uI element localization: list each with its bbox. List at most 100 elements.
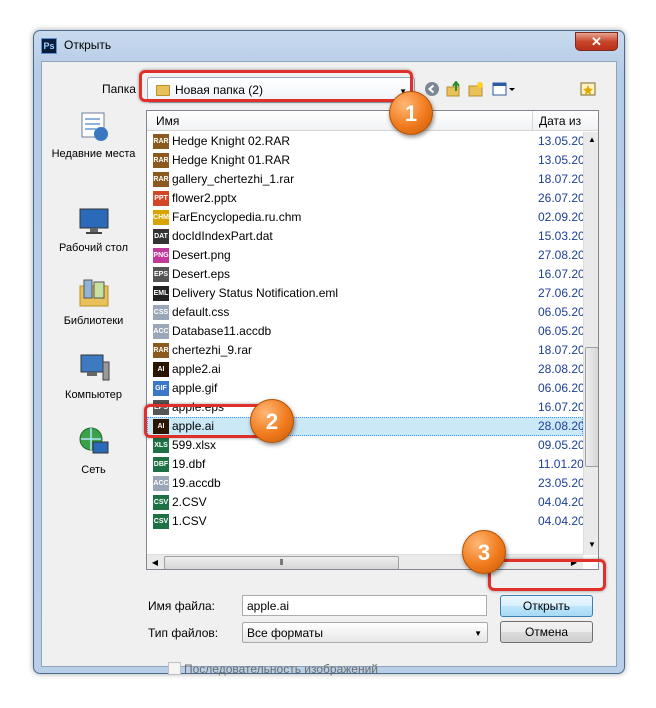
cancel-button[interactable]: Отмена: [500, 621, 593, 643]
file-name: 19.accdb: [172, 476, 221, 490]
window-title: Открыть: [64, 38, 112, 52]
file-name-input[interactable]: apple.ai: [242, 595, 487, 616]
place-libraries[interactable]: Библиотеки: [47, 276, 140, 329]
chm-file-icon: CHM: [153, 210, 169, 225]
place-label: Библиотеки: [63, 315, 124, 327]
file-row[interactable]: CSV 2.CSV 04.04.20: [147, 493, 585, 512]
column-name-header[interactable]: Имя: [156, 114, 179, 128]
png-file-icon: PNG: [153, 248, 169, 263]
file-name: docIdIndexPart.dat: [172, 229, 273, 243]
file-row[interactable]: DAT docIdIndexPart.dat 15.03.20: [147, 227, 585, 246]
file-type-label: Тип файлов:: [148, 626, 219, 640]
scroll-down-icon[interactable]: ▼: [584, 537, 598, 553]
file-row[interactable]: PPT flower2.pptx 26.07.20: [147, 189, 585, 208]
file-name: apple2.ai: [172, 362, 221, 376]
file-date: 18.07.20: [538, 343, 585, 357]
callout-2-badge: 2: [250, 399, 294, 443]
file-row[interactable]: RAR gallery_chertezhi_1.rar 18.07.20: [147, 170, 585, 189]
file-date: 16.07.20: [538, 400, 585, 414]
file-date: 02.09.20: [538, 210, 585, 224]
rar-file-icon: RAR: [153, 134, 169, 149]
file-name: 2.CSV: [172, 495, 207, 509]
column-date-header[interactable]: Дата из: [532, 111, 592, 131]
file-date: 27.06.20: [538, 286, 585, 300]
file-name-label: Имя файла:: [148, 599, 215, 613]
file-date: 09.05.20: [538, 438, 585, 452]
desktop-icon: [77, 203, 111, 237]
vertical-scrollbar[interactable]: ▲ ▼: [583, 132, 598, 555]
file-date: 06.06.20: [538, 381, 585, 395]
file-date: 04.04.20: [538, 495, 585, 509]
recent-star-folder-icon[interactable]: [580, 81, 596, 97]
file-row[interactable]: ACC Database11.accdb 06.05.20: [147, 322, 585, 341]
callout-1-badge: 1: [389, 91, 433, 135]
file-date: 26.07.20: [538, 191, 585, 205]
chevron-down-icon: ▼: [474, 629, 482, 638]
new-folder-icon[interactable]: [468, 81, 484, 97]
close-button[interactable]: ✕: [575, 32, 618, 51]
file-type-value: Все форматы: [247, 626, 324, 640]
file-type-select[interactable]: Все форматы ▼: [242, 622, 488, 643]
file-row[interactable]: RAR chertezhi_9.rar 18.07.20: [147, 341, 585, 360]
title-bar: Ps Открыть ✕: [34, 31, 624, 59]
look-in-label: Папка: [102, 82, 136, 96]
file-row[interactable]: GIF apple.gif 06.06.20: [147, 379, 585, 398]
accdb-file-icon: ACC: [153, 476, 169, 491]
file-name: Delivery Status Notification.eml: [172, 286, 339, 300]
file-name: default.css: [172, 305, 230, 319]
file-row[interactable]: AI apple2.ai 28.08.20: [147, 360, 585, 379]
file-name: Desert.eps: [172, 267, 231, 281]
place-desktop[interactable]: Рабочий стол: [47, 203, 140, 256]
file-row[interactable]: CSV 1.CSV 04.04.20: [147, 512, 585, 531]
network-icon: [77, 425, 111, 459]
place-label: Сеть: [81, 464, 106, 476]
file-name: Desert.png: [172, 248, 231, 262]
file-list[interactable]: Имя Дата из RAR Hedge Knight 02.RAR 13.05.…: [146, 110, 599, 570]
file-date: 15.03.20: [538, 229, 585, 243]
file-name: Database11.accdb: [172, 324, 272, 338]
rar-file-icon: RAR: [153, 172, 169, 187]
pptx-file-icon: PPT: [153, 191, 169, 206]
file-date: 18.07.20: [538, 172, 585, 186]
scroll-left-icon[interactable]: ◀: [147, 555, 163, 569]
file-date: 16.07.20: [538, 267, 585, 281]
hscroll-thumb[interactable]: ⦀: [164, 556, 399, 569]
file-row[interactable]: DBF 19.dbf 11.01.20: [147, 455, 584, 474]
scroll-up-icon[interactable]: ▲: [584, 132, 598, 148]
file-row[interactable]: RAR Hedge Knight 01.RAR 13.05.20: [147, 151, 585, 170]
view-menu-icon[interactable]: [492, 81, 516, 97]
file-name: Hedge Knight 01.RAR: [172, 153, 291, 167]
file-name: FarEncyclopedia.ru.chm: [172, 210, 302, 224]
open-button[interactable]: Открыть: [500, 595, 593, 617]
eps-file-icon: EPS: [153, 267, 169, 282]
image-sequence-label: Последовательность изображений: [184, 662, 379, 676]
place-network[interactable]: Сеть: [47, 425, 140, 478]
file-row[interactable]: PNG Desert.png 27.08.20: [147, 246, 585, 265]
file-date: 11.01.20: [538, 457, 584, 471]
place-label: Рабочий стол: [58, 242, 129, 254]
up-folder-icon[interactable]: [446, 80, 462, 97]
ai-file-icon: AI: [153, 362, 169, 377]
file-row[interactable]: XLS 599.xlsx 09.05.20: [147, 436, 585, 455]
file-date: 06.05.20: [538, 305, 585, 319]
place-recent[interactable]: Недавние места: [47, 109, 140, 162]
image-sequence-checkbox[interactable]: [168, 662, 181, 675]
file-name: chertezhi_9.rar: [172, 343, 253, 357]
file-row[interactable]: RAR Hedge Knight 02.RAR 13.05.20: [147, 132, 585, 151]
file-row[interactable]: EPS Desert.eps 16.07.20: [147, 265, 585, 284]
eml-file-icon: EML: [153, 286, 169, 301]
file-date: 23.05.20: [538, 476, 585, 490]
callout-3-highlight: [488, 559, 606, 591]
scroll-thumb[interactable]: [585, 347, 598, 467]
css-file-icon: CSS: [153, 305, 169, 320]
file-row[interactable]: ACC 19.accdb 23.05.20: [147, 474, 585, 493]
file-row[interactable]: CSS default.css 06.05.20: [147, 303, 585, 322]
file-row[interactable]: CHM FarEncyclopedia.ru.chm 02.09.20: [147, 208, 585, 227]
back-icon[interactable]: [424, 81, 440, 97]
callout-1-highlight: [139, 70, 413, 102]
accdb-file-icon: ACC: [153, 324, 169, 339]
file-date: 13.05.20: [538, 153, 585, 167]
place-computer[interactable]: Компьютер: [47, 350, 140, 403]
file-row[interactable]: EML Delivery Status Notification.eml 27.06…: [147, 284, 585, 303]
file-name: apple.gif: [172, 381, 218, 395]
